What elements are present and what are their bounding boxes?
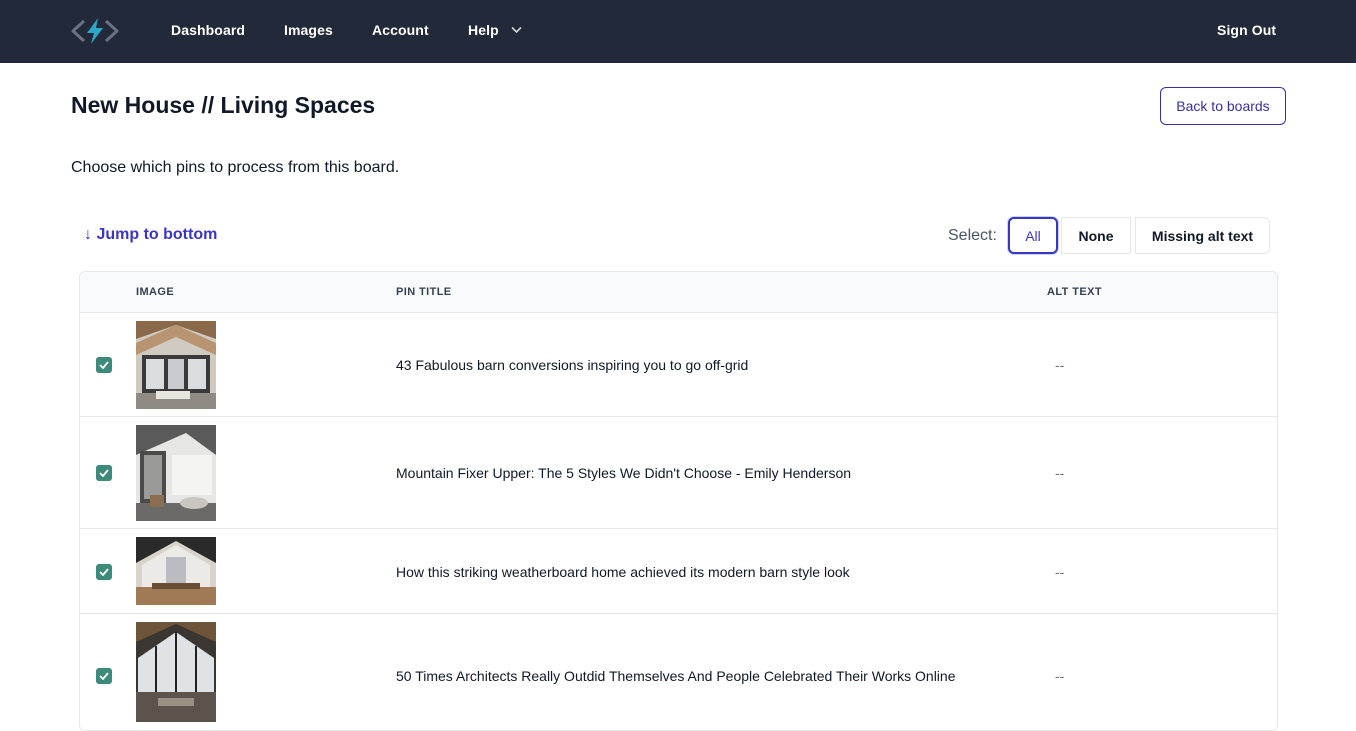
chevron-down-icon[interactable] — [511, 26, 522, 34]
pin-title: 50 Times Architects Really Outdid Themse… — [396, 668, 956, 684]
checkmark-icon — [99, 568, 109, 576]
pin-title: Mountain Fixer Upper: The 5 Styles We Di… — [396, 465, 852, 481]
row-checkbox[interactable] — [96, 668, 112, 684]
checkmark-icon — [99, 469, 109, 477]
intro-text: Choose which pins to process from this b… — [71, 159, 400, 176]
pin-thumbnail-image — [136, 425, 216, 521]
table-row: 43 Fabulous barn conversions inspiring y… — [80, 312, 1277, 416]
alt-text-value: -- — [1055, 668, 1065, 684]
table-row: How this striking weatherboard home achi… — [80, 528, 1277, 613]
page-title: New House // Living Spaces — [71, 92, 376, 118]
pin-thumbnail-image — [136, 537, 216, 605]
nav-help[interactable]: Help — [468, 22, 499, 38]
row-checkbox[interactable] — [96, 357, 112, 373]
alt-text-value: -- — [1055, 465, 1065, 481]
table-row: Mountain Fixer Upper: The 5 Styles We Di… — [80, 416, 1277, 528]
select-label: Select: — [948, 227, 997, 244]
pin-title: 43 Fabulous barn conversions inspiring y… — [396, 357, 749, 373]
select-all-button[interactable]: All — [1008, 217, 1058, 254]
select-none-button[interactable]: None — [1061, 217, 1131, 254]
jump-to-bottom-link[interactable]: ↓ Jump to bottom — [84, 226, 217, 244]
checkmark-icon — [99, 361, 109, 369]
back-to-boards-button[interactable]: Back to boards — [1160, 87, 1286, 125]
top-nav: Dashboard Images Account Help Sign Out — [0, 0, 1356, 63]
checkmark-icon — [99, 672, 109, 680]
nav-dashboard[interactable]: Dashboard — [171, 22, 245, 38]
alt-text-value: -- — [1055, 564, 1065, 580]
pins-table: IMAGE PIN TITLE ALT TEXT 43 Fabulous bar… — [79, 271, 1278, 731]
alt-text-value: -- — [1055, 357, 1065, 373]
nav-images[interactable]: Images — [284, 22, 333, 38]
table-row: 50 Times Architects Really Outdid Themse… — [80, 613, 1277, 730]
pin-title: How this striking weatherboard home achi… — [396, 564, 850, 580]
row-checkbox[interactable] — [96, 465, 112, 481]
sign-out-link[interactable]: Sign Out — [1217, 22, 1276, 38]
column-pin-title: PIN TITLE — [396, 286, 452, 298]
select-missing-alt-button[interactable]: Missing alt text — [1135, 217, 1270, 254]
row-checkbox[interactable] — [96, 564, 112, 580]
bolt-brackets-logo-icon[interactable] — [70, 16, 120, 46]
column-image: IMAGE — [136, 286, 175, 298]
column-alt-text: ALT TEXT — [1047, 286, 1102, 298]
pin-thumbnail-image — [136, 321, 216, 409]
nav-account[interactable]: Account — [372, 22, 429, 38]
table-header: IMAGE PIN TITLE ALT TEXT — [80, 272, 1277, 312]
pin-thumbnail-image — [136, 622, 216, 722]
